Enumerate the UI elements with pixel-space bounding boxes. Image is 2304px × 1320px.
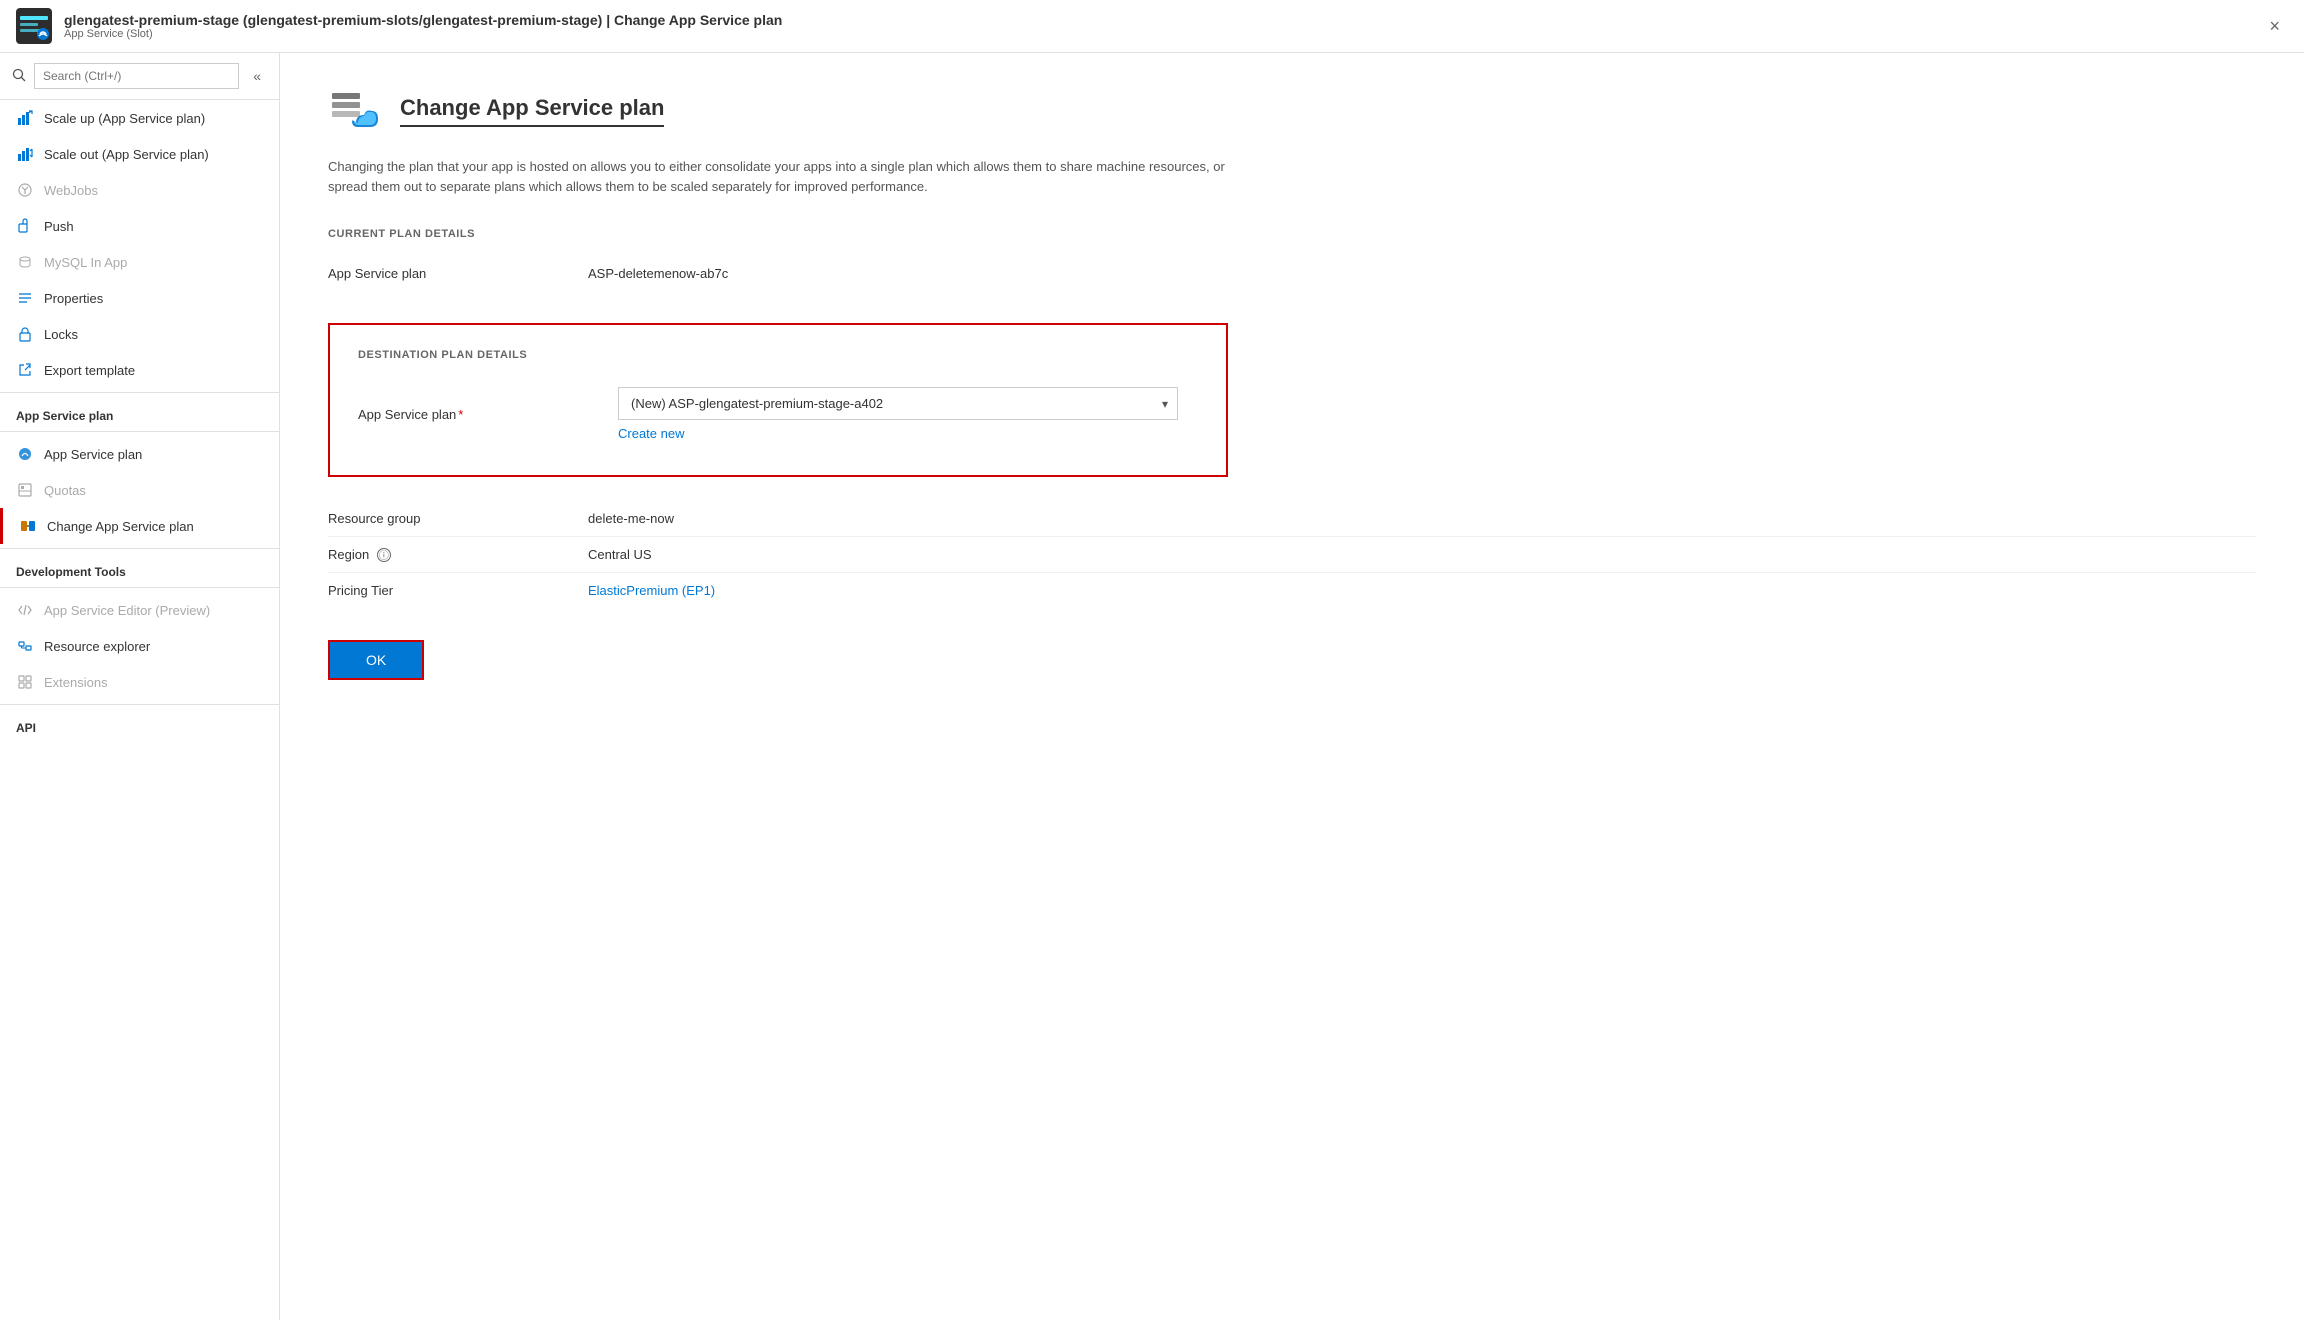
sidebar-item-app-service-plan-label: App Service plan xyxy=(44,447,142,462)
sidebar-item-push-label: Push xyxy=(44,219,74,234)
sidebar-item-resource-explorer-label: Resource explorer xyxy=(44,639,150,654)
explorer-icon xyxy=(16,637,34,655)
webjobs-icon xyxy=(16,181,34,199)
title-bar: glengatest-premium-stage (glengatest-pre… xyxy=(0,0,2304,53)
sidebar-items-list: Scale up (App Service plan) Scale out (A… xyxy=(0,100,279,1320)
app-service-plan-icon xyxy=(16,445,34,463)
region-value: Central US xyxy=(588,547,652,562)
additional-details-table: Resource group delete-me-now Region ⓘ Ce… xyxy=(328,501,2256,608)
sidebar-item-quotas: Quotas xyxy=(0,472,279,508)
search-input[interactable] xyxy=(34,63,239,89)
app-service-plan-select[interactable]: (New) ASP-glengatest-premium-stage-a402 xyxy=(618,387,1178,420)
window-subtitle: App Service (Slot) xyxy=(64,28,782,40)
region-row: Region ⓘ Central US xyxy=(328,537,2256,573)
sidebar-item-scale-up-label: Scale up (App Service plan) xyxy=(44,111,205,126)
current-plan-row: App Service plan ASP-deletemenow-ab7c xyxy=(328,256,2256,291)
current-plan-key: App Service plan xyxy=(328,266,588,281)
main-layout: « Scale up (App Service plan) Scale out … xyxy=(0,53,2304,1320)
divider-2 xyxy=(0,431,279,432)
properties-icon xyxy=(16,289,34,307)
dropdown-container: (New) ASP-glengatest-premium-stage-a402 … xyxy=(618,387,1178,420)
push-icon xyxy=(16,217,34,235)
destination-plan-key: App Service plan* xyxy=(358,407,618,422)
destination-plan-dropdown-wrapper: (New) ASP-glengatest-premium-stage-a402 … xyxy=(618,387,1178,441)
divider-1 xyxy=(0,392,279,393)
sidebar-item-push[interactable]: Push xyxy=(0,208,279,244)
scale-up-icon xyxy=(16,109,34,127)
current-plan-table: App Service plan ASP-deletemenow-ab7c xyxy=(328,256,2256,291)
resource-group-row: Resource group delete-me-now xyxy=(328,501,2256,537)
extensions-icon xyxy=(16,673,34,691)
section-app-service-plan: App Service plan xyxy=(0,397,279,427)
sidebar-item-quotas-label: Quotas xyxy=(44,483,86,498)
sidebar-item-app-service-editor: App Service Editor (Preview) xyxy=(0,592,279,628)
destination-plan-box: DESTINATION PLAN DETAILS App Service pla… xyxy=(328,323,1228,477)
resource-group-key: Resource group xyxy=(328,511,588,526)
resource-group-value: delete-me-now xyxy=(588,511,674,526)
sidebar-search-area: « xyxy=(0,53,279,100)
current-plan-section-label: CURRENT PLAN DETAILS xyxy=(328,228,2256,240)
divider-4 xyxy=(0,587,279,588)
sidebar-item-extensions-label: Extensions xyxy=(44,675,108,690)
title-bar-left: glengatest-premium-stage (glengatest-pre… xyxy=(16,8,782,44)
page-title: Change App Service plan xyxy=(400,95,664,127)
sidebar-item-webjobs: WebJobs xyxy=(0,172,279,208)
region-key: Region ⓘ xyxy=(328,547,588,562)
page-header: Change App Service plan xyxy=(328,85,2256,137)
page-description: Changing the plan that your app is hoste… xyxy=(328,157,1228,196)
sidebar-item-properties[interactable]: Properties xyxy=(0,280,279,316)
sidebar-item-locks-label: Locks xyxy=(44,327,78,342)
quotas-icon xyxy=(16,481,34,499)
pricing-tier-key: Pricing Tier xyxy=(328,583,588,598)
mysql-icon xyxy=(16,253,34,271)
sidebar-item-webjobs-label: WebJobs xyxy=(44,183,98,198)
sidebar-item-scale-out[interactable]: Scale out (App Service plan) xyxy=(0,136,279,172)
divider-5 xyxy=(0,704,279,705)
close-button[interactable]: × xyxy=(2261,12,2288,41)
section-api: API xyxy=(0,709,279,739)
current-plan-value: ASP-deletemenow-ab7c xyxy=(588,266,728,281)
sidebar-item-change-plan-label: Change App Service plan xyxy=(47,519,194,534)
required-star: * xyxy=(458,407,463,422)
sidebar-item-resource-explorer[interactable]: Resource explorer xyxy=(0,628,279,664)
sidebar-item-app-service-plan[interactable]: App Service plan xyxy=(0,436,279,472)
locks-icon xyxy=(16,325,34,343)
change-plan-icon xyxy=(19,517,37,535)
section-dev-tools: Development Tools xyxy=(0,553,279,583)
window-title: glengatest-premium-stage (glengatest-pre… xyxy=(64,12,782,28)
scale-out-icon xyxy=(16,145,34,163)
sidebar-item-scale-out-label: Scale out (App Service plan) xyxy=(44,147,209,162)
sidebar-item-properties-label: Properties xyxy=(44,291,103,306)
app-icon xyxy=(16,8,52,44)
region-info-icon: ⓘ xyxy=(377,548,391,562)
editor-icon xyxy=(16,601,34,619)
content-area: Change App Service plan Changing the pla… xyxy=(280,53,2304,1320)
sidebar-item-extensions: Extensions xyxy=(0,664,279,700)
pricing-tier-row: Pricing Tier ElasticPremium (EP1) xyxy=(328,573,2256,608)
sidebar-item-export[interactable]: Export template xyxy=(0,352,279,388)
sidebar-item-change-plan[interactable]: Change App Service plan xyxy=(0,508,279,544)
destination-section-label: DESTINATION PLAN DETAILS xyxy=(358,349,1198,361)
sidebar: « Scale up (App Service plan) Scale out … xyxy=(0,53,280,1320)
sidebar-item-export-label: Export template xyxy=(44,363,135,378)
sidebar-item-scale-up[interactable]: Scale up (App Service plan) xyxy=(0,100,279,136)
search-icon xyxy=(12,68,26,85)
title-info: glengatest-premium-stage (glengatest-pre… xyxy=(64,12,782,40)
sidebar-item-mysql-label: MySQL In App xyxy=(44,255,127,270)
page-header-icon xyxy=(328,85,380,137)
create-new-link[interactable]: Create new xyxy=(618,426,684,441)
destination-plan-row: App Service plan* (New) ASP-glengatest-p… xyxy=(358,377,1198,451)
sidebar-item-locks[interactable]: Locks xyxy=(0,316,279,352)
export-icon xyxy=(16,361,34,379)
divider-3 xyxy=(0,548,279,549)
sidebar-item-mysql: MySQL In App xyxy=(0,244,279,280)
collapse-button[interactable]: « xyxy=(247,66,267,86)
pricing-tier-value[interactable]: ElasticPremium (EP1) xyxy=(588,583,715,598)
sidebar-item-editor-label: App Service Editor (Preview) xyxy=(44,603,210,618)
ok-button[interactable]: OK xyxy=(328,640,424,680)
